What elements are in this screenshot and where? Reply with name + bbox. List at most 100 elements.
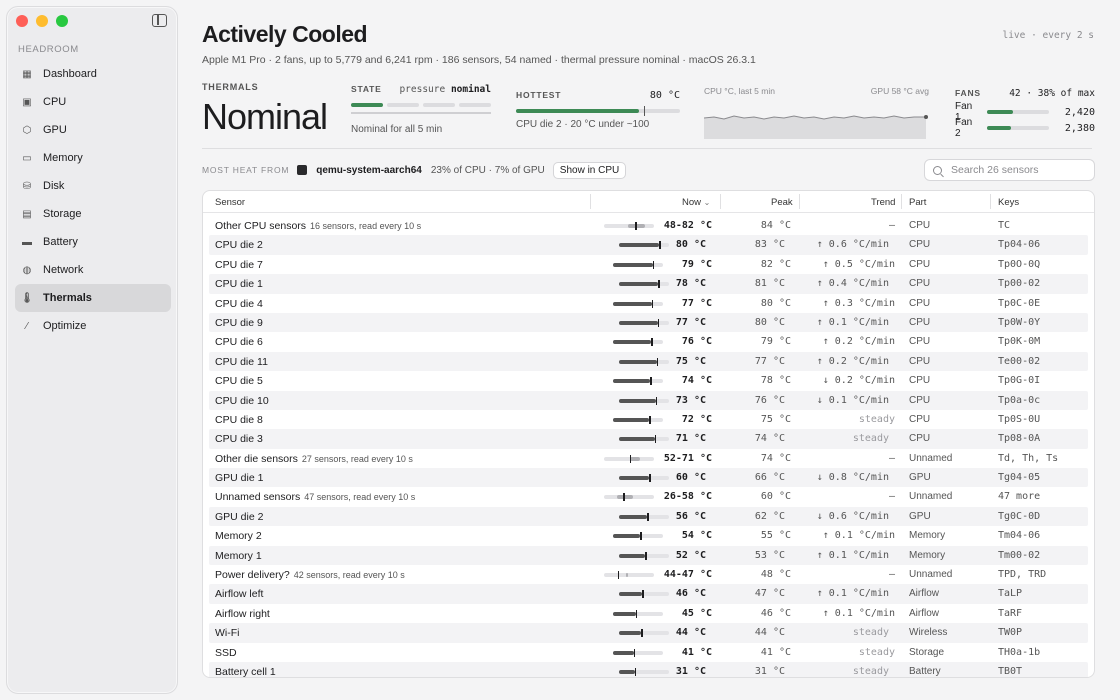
- part-value: GPU: [909, 510, 931, 522]
- fan-rpm: 2,420: [1064, 106, 1095, 118]
- temp-marker: [651, 338, 653, 347]
- part-value: Unnamed: [909, 491, 953, 503]
- sidebar-item-optimize[interactable]: ⁄ Optimize: [15, 312, 171, 340]
- temp-marker: [640, 532, 642, 541]
- temp-bar: [619, 474, 669, 483]
- table-row[interactable]: GPU die 1 60 °C 66 °C ↓ 0.8 °C/min GPU Tg04-0…: [209, 468, 1088, 488]
- temp-marker: [654, 435, 656, 444]
- col-keys[interactable]: Keys: [998, 197, 1019, 208]
- now-value: 44-47 °C: [663, 569, 712, 581]
- table-row[interactable]: Memory 2 54 °C 55 °C ↑ 0.1 °C/min Memory Tm04…: [203, 526, 1094, 545]
- col-now[interactable]: Now ⌄: [682, 197, 710, 208]
- sensor-name: CPU die 8: [215, 413, 263, 426]
- table-row[interactable]: CPU die 5 74 °C 78 °C ↓ 0.2 °C/min CPU Tp0G-0…: [203, 371, 1094, 390]
- sidebar-item-network[interactable]: ◍ Network: [15, 256, 171, 284]
- now-value: 56 °C: [675, 510, 706, 522]
- temp-marker: [649, 415, 651, 424]
- table-row[interactable]: Power delivery? 42 sensors, read every 10…: [203, 565, 1094, 584]
- table-row[interactable]: CPU die 7 79 °C 82 °C ↑ 0.5 °C/min CPU Tp0O-0…: [203, 255, 1094, 274]
- keys-value: TW0P: [998, 627, 1023, 639]
- memory-icon: ▭: [22, 152, 32, 164]
- temp-bar-fill: [619, 282, 658, 287]
- keys-value: 47 more: [998, 491, 1041, 503]
- table-row[interactable]: SSD 41 °C 41 °C steady Storage TH0a-1b: [203, 643, 1094, 662]
- temp-bar: [613, 648, 663, 657]
- part-value: Battery: [909, 665, 941, 677]
- sidebar-item-dashboard[interactable]: ▦ Dashboard: [15, 60, 171, 88]
- minimize-button[interactable]: [36, 15, 48, 27]
- window-controls: [16, 15, 68, 27]
- sensor-name: GPU die 1: [215, 472, 264, 485]
- table-row[interactable]: CPU die 1 78 °C 81 °C ↑ 0.4 °C/min CPU Tp00-0…: [209, 274, 1088, 294]
- hottest-note: CPU die 2 · 20 °C under ~100: [516, 119, 650, 130]
- trend-value: –: [888, 569, 895, 581]
- sidebar-item-cpu[interactable]: ▣ CPU: [15, 88, 171, 116]
- sidebar-nav: ▦ Dashboard ▣ CPU ⬡ GPU ▭ Memory ⛁ Disk ▤ Storage ▬ B…: [15, 60, 171, 340]
- table-row[interactable]: Unnamed sensors 47 sensors, read every 10…: [203, 487, 1094, 506]
- keys-value: TPD, TRD: [998, 569, 1047, 581]
- part-value: Wireless: [909, 627, 948, 639]
- table-row[interactable]: CPU die 9 77 °C 80 °C ↑ 0.1 °C/min CPU Tp0W-0…: [209, 312, 1088, 333]
- table-row[interactable]: CPU die 6 76 °C 79 °C ↑ 0.2 °C/min CPU Tp0K-0…: [203, 332, 1094, 351]
- table-header: Sensor Now ⌄ Peak Trend Part Keys: [203, 191, 1094, 213]
- temp-marker: [659, 241, 661, 250]
- heat-process: qemu-system-aarch64: [316, 164, 422, 176]
- range-bar: [604, 493, 654, 502]
- peak-value: 80 °C: [754, 316, 785, 328]
- table-row[interactable]: CPU die 4 77 °C 80 °C ↑ 0.3 °C/min CPU Tp0C-0…: [203, 294, 1094, 313]
- trend-value: steady: [852, 627, 889, 639]
- temp-bar-fill: [619, 243, 659, 248]
- zoom-button[interactable]: [56, 15, 68, 27]
- temp-bar: [619, 590, 669, 599]
- table-row[interactable]: GPU die 2 56 °C 62 °C ↓ 0.6 °C/min GPU Tg0C-0…: [209, 506, 1088, 527]
- temp-marker: [650, 377, 652, 386]
- temp-bar: [613, 299, 663, 308]
- now-value: 60 °C: [675, 472, 706, 484]
- show-in-cpu-button[interactable]: Show in CPU: [552, 161, 627, 179]
- trend-value: ↑ 0.2 °C/min: [822, 336, 895, 348]
- fans-label: FANS: [955, 88, 981, 98]
- thermal-status: Nominal: [202, 96, 328, 137]
- search-field[interactable]: Search 26 sensors: [924, 159, 1095, 181]
- table-row[interactable]: CPU die 8 72 °C 75 °C steady CPU Tp0S-0U: [203, 410, 1094, 429]
- range-bar: [604, 222, 654, 230]
- sidebar-item-thermals[interactable]: 🌡 Thermals: [15, 284, 171, 312]
- keys-value: Tg0C-0D: [998, 510, 1041, 522]
- table-row[interactable]: Airflow right 45 °C 46 °C ↑ 0.1 °C/min Airfl…: [203, 604, 1094, 623]
- fan-row: Fan 2 2,380: [955, 117, 1095, 139]
- table-row[interactable]: Wi-Fi 44 °C 44 °C steady Wireless TW0P: [209, 623, 1088, 643]
- sidebar-toggle-icon[interactable]: [152, 14, 167, 27]
- sidebar-item-storage[interactable]: ▤ Storage: [15, 200, 171, 228]
- table-row[interactable]: Memory 1 52 °C 53 °C ↑ 0.1 °C/min Memory Tm00…: [209, 545, 1088, 566]
- table-row[interactable]: Other die sensors 27 sensors, read every …: [203, 449, 1094, 468]
- sensor-name: Airflow left: [215, 588, 264, 601]
- temp-bar: [613, 415, 663, 424]
- pressure-segments: [351, 103, 491, 107]
- sidebar-item-disk[interactable]: ⛁ Disk: [15, 172, 171, 200]
- trend-value: steady: [852, 665, 889, 677]
- table-row[interactable]: CPU die 2 80 °C 83 °C ↑ 0.6 °C/min CPU Tp04-0…: [209, 235, 1088, 255]
- col-sensor[interactable]: Sensor: [215, 197, 245, 208]
- fan-bar: [987, 126, 1049, 130]
- temp-bar-fill: [613, 611, 636, 616]
- col-trend[interactable]: Trend: [871, 197, 895, 208]
- peak-value: 74 °C: [760, 452, 791, 464]
- keys-value: Tp00-02: [998, 278, 1041, 290]
- temp-bar-fill: [619, 398, 656, 403]
- table-row[interactable]: CPU die 3 71 °C 74 °C steady CPU Tp08-0A: [209, 429, 1088, 449]
- sensor-name: Airflow right: [215, 607, 270, 620]
- table-row[interactable]: Other CPU sensors 16 sensors, read every …: [203, 216, 1094, 235]
- table-row[interactable]: Battery cell 1 31 °C 31 °C steady Battery TB0…: [209, 661, 1088, 677]
- col-part[interactable]: Part: [909, 197, 926, 208]
- table-row[interactable]: Airflow left 46 °C 47 °C ↑ 0.1 °C/min Airflo…: [209, 584, 1088, 604]
- col-peak[interactable]: Peak: [771, 197, 793, 208]
- table-row[interactable]: CPU die 10 73 °C 76 °C ↓ 0.1 °C/min CPU Tp0a-…: [209, 390, 1088, 410]
- sidebar-item-battery[interactable]: ▬ Battery: [15, 228, 171, 256]
- sidebar-item-memory[interactable]: ▭ Memory: [15, 144, 171, 172]
- pressure-segment: [423, 103, 455, 107]
- sidebar-item-gpu[interactable]: ⬡ GPU: [15, 116, 171, 144]
- table-row[interactable]: CPU die 11 75 °C 77 °C ↑ 0.2 °C/min CPU Te00-…: [209, 351, 1088, 372]
- close-button[interactable]: [16, 15, 28, 27]
- now-value: 78 °C: [675, 278, 706, 290]
- trend-value: ↑ 0.1 °C/min: [822, 607, 895, 619]
